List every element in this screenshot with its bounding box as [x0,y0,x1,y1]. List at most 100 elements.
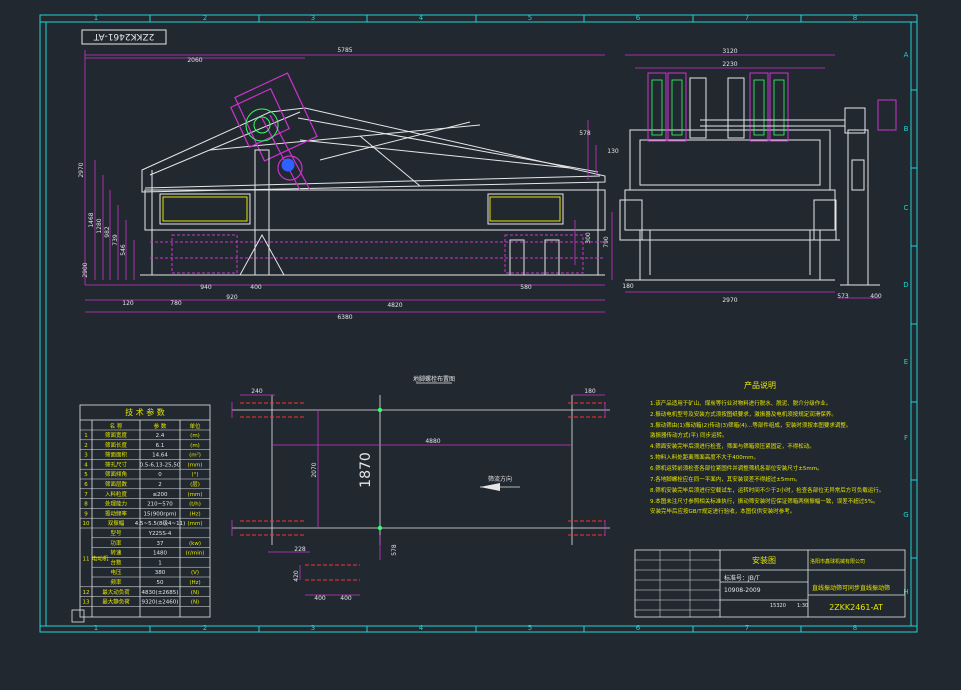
param-row-value: 210~570 [147,502,173,508]
svg-text:546: 546 [120,244,127,256]
param-row-name: 入料粒度 [105,490,128,498]
param-row-no: 1 [84,433,88,439]
svg-text:739: 739 [112,234,119,246]
svg-text:400: 400 [314,595,326,602]
svg-text:参 数: 参 数 [154,422,167,430]
svg-text:573: 573 [837,293,849,300]
svg-text:180: 180 [622,283,634,290]
param-row-value: ≤200 [152,492,168,498]
svg-text:4880: 4880 [425,438,440,445]
param-row-unit: (m) [190,433,200,439]
svg-text:1: 1 [94,624,98,632]
svg-text:2060: 2060 [187,57,202,64]
svg-text:1468: 1468 [88,212,95,227]
param-row-no: 3 [84,453,88,459]
param-row-no: 4 [84,462,88,468]
drive-motor-stand [840,99,897,286]
tech-params-table: 技 术 参 数 名 称 参 数 单位 1 筛面宽度 2.4 (m) 2 筛面长度 6.1 (m… [79,404,211,618]
yellow-springs [162,196,561,222]
tech-params-title: 技 术 参 数 [125,407,165,417]
end-view: 3120 2230 2970 180 573 400 790 [603,48,897,304]
svg-text:2970: 2970 [78,162,85,177]
param-row-value: 14.64 [152,453,168,459]
svg-text:2070: 2070 [311,462,318,477]
param-row-no: 8 [84,502,88,508]
motor-row-unit: (Hz) [189,580,200,586]
plan-dim-lines [231,394,606,596]
param-row-name: 处理能力 [105,500,127,508]
svg-text:780: 780 [170,300,182,307]
note-9: 9.本图未注尺寸参照相关标准执行，振动筛安装时应保证筛箱两侧振幅一致，误差不超过… [650,497,878,505]
param-row-value: 9320(±2460) [142,600,179,606]
svg-text:578: 578 [579,130,591,137]
svg-text:6: 6 [636,14,641,22]
svg-text:4820: 4820 [387,302,402,309]
svg-text:982: 982 [104,226,111,238]
note-3: 3.振动筛由(1)振动箱(2)传动(3)筛箱(4)…等部件组成，安装时须按本图要… [650,421,851,429]
svg-text:6: 6 [636,624,641,632]
svg-text:8: 8 [853,14,857,22]
svg-text:130: 130 [607,148,619,155]
svg-text:3: 3 [311,624,315,632]
svg-text:300: 300 [585,232,592,244]
bolt-groups [240,402,605,581]
svg-text:580: 580 [520,284,532,291]
scale: 1:30 [797,603,808,609]
svg-text:8: 8 [853,624,857,632]
svg-text:E: E [904,358,908,366]
notes-title: 产品说明 [744,380,776,390]
param-row-name: 双振幅 [108,519,125,527]
svg-text:名 称: 名 称 [110,422,123,430]
motor-units [647,72,789,142]
motor-row-value: 1 [158,560,162,566]
motor-row-name: 频率 [110,578,122,586]
param-row-no: 13 [83,600,90,606]
svg-text:5: 5 [528,624,532,632]
param-row-unit: (N) [191,590,199,596]
param-row-name: 筛面面积 [105,451,128,459]
motor-group-no: 11 [83,556,90,562]
param-row-name: 筛面长度 [105,441,128,449]
svg-text:4: 4 [419,624,424,632]
param-row-unit: (m) [190,443,200,449]
param-row-value: 4.5~5.5(8级4~11) [135,519,186,527]
mounting-outlines [150,234,605,274]
motor-row-value: 37 [157,541,164,547]
svg-text:420: 420 [293,570,300,582]
motor-row-unit: (r/min) [186,551,205,557]
note-4: 4.筛面安装完毕后须进行检查，筛面与筛箱须压紧固定，不得松动。 [650,442,815,450]
param-row-name: 振动频率 [105,509,128,517]
drawing-sheet: 1 2 3 4 5 6 7 8 1 2 3 4 5 6 7 8 A B C D … [39,14,918,633]
standard-year: 10908-2009 [724,587,761,594]
param-row-unit: (°) [191,472,198,478]
weight: 15320 [770,603,786,609]
note-8: 8.筛机安装完毕后须进行空载试车，运转时间不少于2小时，检查各部位无异常后方可负… [650,486,884,494]
screen-box [140,107,606,276]
foundation-dim-text: 240 180 4880 2070 228 578 420 400 400 筛流… [251,388,596,602]
sheet-frame [39,14,918,633]
side-view-dim-text: 5785 2060 6380 4820 120 780 920 400 940 … [78,47,619,321]
svg-text:578: 578 [391,544,398,556]
product-notes: 产品说明 1.该产品适用于矿山、煤炭等行业对物料进行脱水、脱泥、脱介分级作业。 … [650,380,884,515]
svg-text:5785: 5785 [337,47,352,54]
svg-text:5: 5 [528,14,532,22]
end-springs [619,199,837,241]
svg-text:400: 400 [250,284,262,291]
svg-text:920: 920 [226,294,238,301]
param-row-unit: (mm) [187,492,202,498]
param-row-value: 2 [158,482,162,488]
motor-row-name: 电压 [110,568,122,576]
param-row-name: 筛孔尺寸 [105,460,128,468]
param-row-value: 6.1 [156,443,165,449]
motor-row-value: 380 [155,570,166,576]
param-row-no: 9 [84,511,88,517]
param-row-name: 筛面宽度 [105,431,128,439]
param-row-no: 5 [84,472,88,478]
note-5: 5.物料入料处距离筛面高度不大于400mm。 [650,453,759,461]
company-name: 洛阳市鑫球机械有限公司 [810,558,865,565]
param-row-value: 0.5-6,13-25,50 [140,462,181,468]
motor-row-name: 转速 [110,549,122,557]
param-row-unit: (m²) [189,452,201,459]
svg-text:1280: 1280 [96,218,103,233]
motor-row-value: 50 [157,580,164,586]
